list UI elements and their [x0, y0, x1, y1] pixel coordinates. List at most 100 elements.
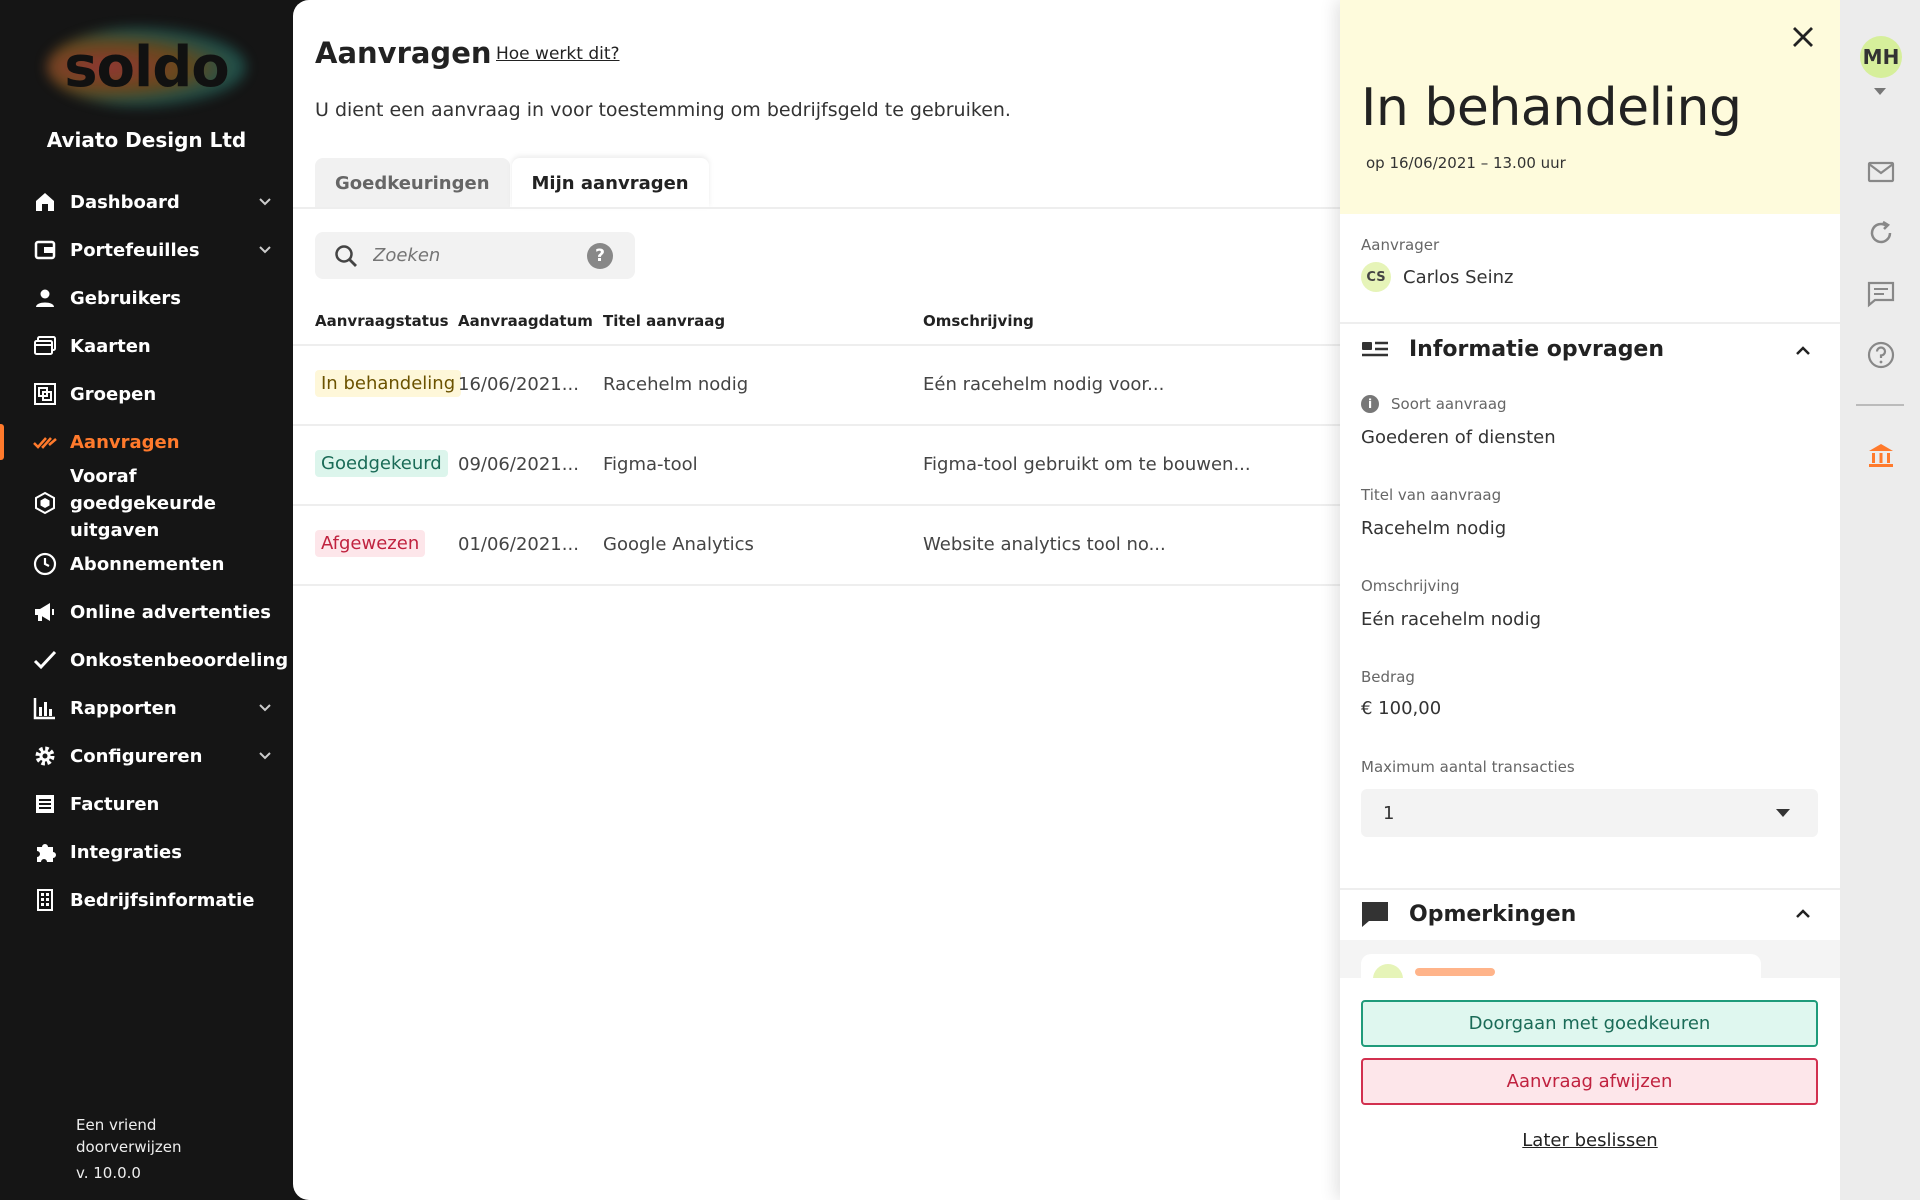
- table-row[interactable]: Afgewezen 01/06/2021... Google Analytics…: [293, 506, 1340, 586]
- groups-icon: [32, 381, 58, 407]
- field-label-request-type: i Soort aanvraag: [1361, 395, 1507, 413]
- table-row[interactable]: In behandeling 16/06/2021... Racehelm no…: [293, 346, 1340, 426]
- mail-icon[interactable]: [1866, 157, 1896, 187]
- search-box: ?: [315, 232, 635, 279]
- building-icon: [32, 887, 58, 913]
- column-header-description[interactable]: Omschrijving: [923, 312, 1034, 330]
- column-header-date[interactable]: Aanvraagdatum: [458, 312, 593, 330]
- status-badge: In behandeling: [315, 370, 462, 397]
- sidebar-item-gebruikers[interactable]: Gebruikers: [0, 274, 293, 322]
- requester: CS Carlos Seinz: [1361, 262, 1513, 292]
- invoice-icon: [32, 791, 58, 817]
- how-it-works-link[interactable]: Hoe werkt dit?: [496, 44, 620, 64]
- requests-icon: [32, 429, 58, 455]
- tabs-divider: [293, 207, 1340, 209]
- search-input[interactable]: [373, 245, 573, 266]
- sidebar-item-integraties[interactable]: Integraties: [0, 828, 293, 876]
- sidebar-item-kaarten[interactable]: Kaarten: [0, 322, 293, 370]
- cards-icon: [32, 333, 58, 359]
- avatar: CS: [1361, 262, 1391, 292]
- tab-goedkeuringen[interactable]: Goedkeuringen: [315, 158, 510, 208]
- sidebar: soldo Aviato Design Ltd Dashboard Portef…: [0, 0, 293, 1200]
- help-icon[interactable]: [1866, 340, 1896, 370]
- field-label-request-title: Titel van aanvraag: [1361, 486, 1502, 504]
- user-avatar[interactable]: MH: [1860, 36, 1902, 78]
- avatar: [1373, 964, 1403, 978]
- page-title: Aanvragen: [315, 36, 492, 70]
- status-date: op 16/06/2021 – 13.00 uur: [1366, 154, 1566, 172]
- chevron-down-icon: [259, 752, 271, 760]
- right-rail: MH: [1840, 0, 1920, 1200]
- megaphone-icon: [32, 599, 58, 625]
- column-header-title[interactable]: Titel aanvraag: [603, 312, 725, 330]
- rail-divider: [1856, 404, 1904, 406]
- info-section-title: Informatie opvragen: [1409, 336, 1665, 362]
- sidebar-item-configureren[interactable]: Configureren: [0, 732, 293, 780]
- soldo-logo[interactable]: soldo: [0, 22, 293, 112]
- comment-author: [1415, 968, 1495, 976]
- sidebar-item-dashboard[interactable]: Dashboard: [0, 178, 293, 226]
- sidebar-item-portefeuilles[interactable]: Portefeuilles: [0, 226, 293, 274]
- caret-down-icon: [1776, 809, 1790, 817]
- decide-later-link[interactable]: Later beslissen: [1340, 1130, 1840, 1151]
- sidebar-footer: Een vriend doorverwijzen v. 10.0.0: [76, 1114, 196, 1184]
- search-help-icon[interactable]: ?: [587, 243, 613, 269]
- sidebar-item-abonnementen[interactable]: Abonnementen: [0, 540, 293, 588]
- sidebar-item-facturen[interactable]: Facturen: [0, 780, 293, 828]
- refresh-icon[interactable]: [1866, 218, 1896, 248]
- company-name: Aviato Design Ltd: [46, 128, 247, 152]
- field-value-request-title: Racehelm nodig: [1361, 518, 1507, 539]
- bank-icon[interactable]: [1866, 440, 1896, 470]
- sidebar-item-rapporten[interactable]: Rapporten: [0, 684, 293, 732]
- info-icon[interactable]: i: [1361, 395, 1379, 413]
- sidebar-item-groepen[interactable]: Groepen: [0, 370, 293, 418]
- table-header: Aanvraagstatus Aanvraagdatum Titel aanvr…: [293, 300, 1340, 346]
- comments-list: [1340, 940, 1840, 978]
- max-transactions-select[interactable]: 1: [1361, 789, 1818, 837]
- app-version: v. 10.0.0: [76, 1164, 141, 1182]
- chat-icon[interactable]: [1866, 279, 1896, 309]
- reject-button[interactable]: Aanvraag afwijzen: [1361, 1058, 1818, 1105]
- request-detail-drawer: In behandeling op 16/06/2021 – 13.00 uur…: [1340, 0, 1840, 1200]
- close-icon[interactable]: [1788, 22, 1818, 52]
- info-section-header[interactable]: Informatie opvragen: [1361, 335, 1664, 363]
- main-content: Aanvragen Hoe werkt dit? U dient een aan…: [293, 0, 1340, 1200]
- chevron-down-icon: [259, 198, 271, 206]
- requester-label: Aanvrager: [1361, 236, 1440, 254]
- sidebar-item-online-advertenties[interactable]: Online advertenties: [0, 588, 293, 636]
- refer-friend-link[interactable]: Een vriend doorverwijzen: [76, 1114, 196, 1158]
- hexagon-icon: [32, 490, 58, 516]
- column-header-status[interactable]: Aanvraagstatus: [315, 312, 449, 330]
- field-value-request-type: Goederen of diensten: [1361, 427, 1556, 448]
- approve-button[interactable]: Doorgaan met goedkeuren: [1361, 1000, 1818, 1047]
- clock-icon: [32, 551, 58, 577]
- chevron-up-icon[interactable]: [1792, 340, 1814, 362]
- max-transactions-value: 1: [1383, 802, 1395, 824]
- puzzle-icon: [32, 839, 58, 865]
- comment-card: [1361, 954, 1761, 978]
- sidebar-item-vooraf-goedgekeurde-uitgaven[interactable]: Vooraf goedgekeurde uitgaven: [0, 466, 293, 541]
- table-row[interactable]: Goedgekeurd 09/06/2021... Figma-tool Fig…: [293, 426, 1340, 506]
- chevron-up-icon[interactable]: [1792, 903, 1814, 925]
- home-icon: [32, 189, 58, 215]
- divider: [1340, 888, 1840, 890]
- comment-icon: [1362, 902, 1388, 927]
- search-icon: [335, 244, 357, 267]
- caret-down-icon[interactable]: [1874, 88, 1886, 95]
- checkmark-icon: [32, 647, 58, 673]
- user-icon: [32, 285, 58, 311]
- drawer-header: In behandeling op 16/06/2021 – 13.00 uur: [1340, 0, 1840, 214]
- bar-chart-icon: [32, 695, 58, 721]
- field-value-description: Eén racehelm nodig: [1361, 609, 1541, 630]
- row-title: Google Analytics: [603, 534, 754, 555]
- row-date: 09/06/2021...: [458, 454, 579, 475]
- comments-section-header[interactable]: Opmerkingen: [1361, 900, 1576, 928]
- sidebar-item-onkostenbeoordeling[interactable]: Onkostenbeoordeling: [0, 636, 293, 684]
- divider: [1340, 322, 1840, 324]
- status-badge: Goedgekeurd: [315, 450, 448, 477]
- tab-mijn-aanvragen[interactable]: Mijn aanvragen: [511, 158, 709, 208]
- sidebar-item-aanvragen[interactable]: Aanvragen: [0, 418, 293, 466]
- field-label-amount: Bedrag: [1361, 668, 1415, 686]
- row-description: Figma-tool gebruikt om te bouwen...: [923, 454, 1251, 475]
- sidebar-item-bedrijfsinformatie[interactable]: Bedrijfsinformatie: [0, 876, 293, 924]
